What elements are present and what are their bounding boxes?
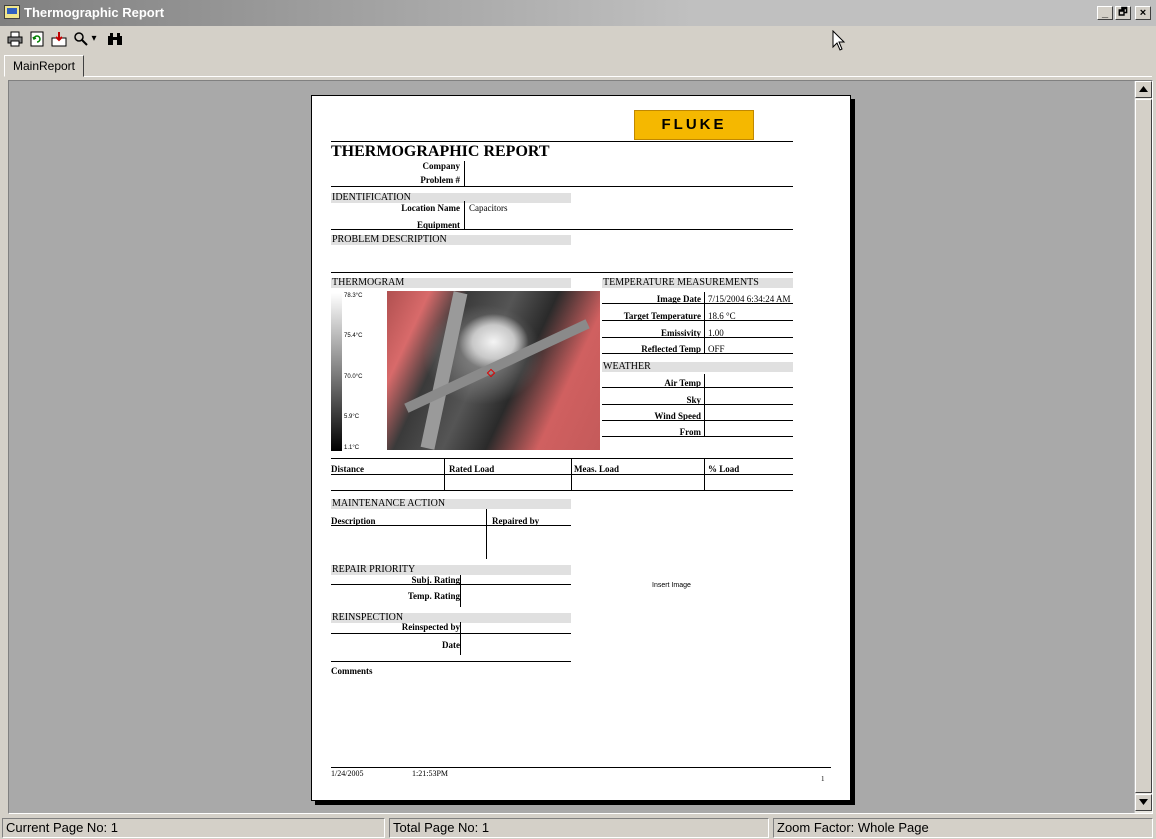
thermogram-heading: THERMOGRAM <box>331 278 571 288</box>
find-button[interactable] <box>104 28 126 50</box>
temperature-measurements-heading: TEMPERATURE MEASUREMENTS <box>602 278 793 288</box>
rule <box>602 436 793 437</box>
scale-label: 70.0°C <box>344 374 363 380</box>
scroll-down-button[interactable] <box>1135 794 1152 811</box>
problem-description-heading: PROBLEM DESCRIPTION <box>331 235 571 245</box>
vertical-scrollbar[interactable] <box>1134 81 1152 813</box>
rule <box>602 353 793 354</box>
arrow-down-icon <box>1139 799 1148 805</box>
arrow-up-icon <box>1139 86 1148 92</box>
rule <box>331 229 793 230</box>
rule <box>602 320 793 321</box>
export-button[interactable] <box>48 28 70 50</box>
export-icon <box>51 32 67 47</box>
rule <box>331 633 571 634</box>
divider <box>460 622 461 655</box>
meas-load-label: Meas. Load <box>574 464 619 474</box>
identification-heading: IDENTIFICATION <box>331 193 571 203</box>
rule <box>331 272 793 273</box>
total-page-status: Total Page No: 1 <box>389 818 769 838</box>
insert-image-placeholder: Insert Image <box>652 582 691 589</box>
location-name-label: Location Name <box>401 203 460 213</box>
divider <box>464 201 465 229</box>
divider <box>464 161 465 186</box>
fluke-logo: FLUKE <box>634 110 754 140</box>
report-viewer-window: Thermographic Report _ 🗗 × ▾ MainReport … <box>0 0 1156 839</box>
divider <box>460 575 461 607</box>
rule <box>331 141 793 142</box>
title-bar[interactable]: Thermographic Report _ 🗗 × <box>0 0 1156 26</box>
print-button[interactable] <box>4 28 26 50</box>
print-icon <box>7 31 23 47</box>
chevron-down-icon: ▾ <box>91 33 97 44</box>
toolbar: ▾ <box>0 26 1156 56</box>
rule <box>602 303 793 304</box>
rule <box>331 474 793 475</box>
problem-label: Problem # <box>420 175 460 185</box>
report-page: FLUKE THERMOGRAPHIC REPORT Company Probl… <box>311 95 851 801</box>
scale-label: 75.4°C <box>344 333 363 339</box>
status-bar: Current Page No: 1 Total Page No: 1 Zoom… <box>0 817 1156 839</box>
rule <box>331 525 571 526</box>
location-name-value: Capacitors <box>469 203 508 213</box>
rule <box>331 458 793 459</box>
rule <box>331 584 571 585</box>
tab-divider <box>84 76 1152 77</box>
restore-button[interactable]: 🗗 <box>1115 6 1131 20</box>
maintenance-action-heading: MAINTENANCE ACTION <box>331 499 571 509</box>
divider <box>704 374 705 437</box>
temp-rating-label: Temp. Rating <box>407 591 460 601</box>
refresh-icon <box>30 31 44 47</box>
refresh-button[interactable] <box>26 28 48 50</box>
close-button[interactable]: × <box>1135 6 1151 20</box>
footer-date: 1/24/2005 <box>331 769 364 778</box>
rule <box>331 767 831 768</box>
comments-label: Comments <box>331 666 373 676</box>
report-title: THERMOGRAPHIC REPORT <box>331 143 550 160</box>
current-page-status: Current Page No: 1 <box>2 818 385 838</box>
reinspected-by-label: Reinspected by <box>401 622 460 632</box>
date-label: Date <box>442 640 460 650</box>
scale-label-min: 1.1°C <box>344 445 360 451</box>
scroll-up-button[interactable] <box>1135 81 1152 98</box>
tab-mainreport[interactable]: MainReport <box>4 55 84 77</box>
weather-heading: WEATHER <box>602 362 793 372</box>
rule <box>331 661 571 662</box>
distance-label: Distance <box>331 464 364 474</box>
temperature-scale-bar <box>331 293 342 451</box>
rule <box>602 337 793 338</box>
rule <box>602 404 793 405</box>
divider <box>704 292 705 354</box>
zoom-dropdown-button[interactable]: ▾ <box>88 28 100 50</box>
rule <box>602 420 793 421</box>
zoom-icon <box>74 32 88 46</box>
rule <box>331 186 793 187</box>
scroll-thumb[interactable] <box>1135 99 1152 793</box>
scale-label: 5.9°C <box>344 414 360 420</box>
footer-time: 1:21:53PM <box>412 769 449 778</box>
binoculars-icon <box>108 33 122 45</box>
repair-priority-heading: REPAIR PRIORITY <box>331 565 571 575</box>
minimize-button[interactable]: _ <box>1097 6 1113 20</box>
cursor-icon <box>832 30 846 51</box>
zoom-factor-status: Zoom Factor: Whole Page <box>773 818 1153 838</box>
pct-load-label: % Load <box>708 464 740 474</box>
footer-page-number: 1 <box>821 775 825 783</box>
report-viewport[interactable]: FLUKE THERMOGRAPHIC REPORT Company Probl… <box>8 80 1153 814</box>
app-icon <box>4 5 20 19</box>
window-title: Thermographic Report <box>24 5 165 20</box>
divider <box>486 509 487 559</box>
rule <box>602 387 793 388</box>
rated-load-label: Rated Load <box>449 464 495 474</box>
company-label: Company <box>422 161 460 171</box>
rule <box>331 490 793 491</box>
scale-label-max: 78.3°C <box>344 293 363 299</box>
